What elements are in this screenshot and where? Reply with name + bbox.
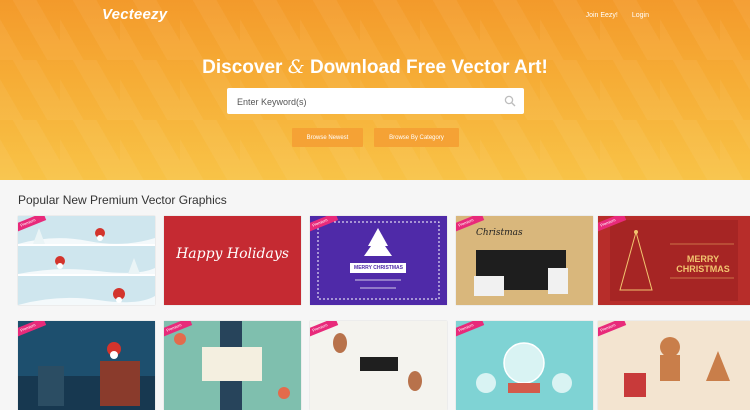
top-nav: Join Eezy! Login — [586, 12, 649, 19]
search-box — [227, 88, 524, 116]
card-snow-santa-banners[interactable]: Premium — [18, 216, 155, 305]
card-christmas-mockup[interactable]: Christmas Premium — [456, 216, 593, 305]
card-text: Christmas — [476, 228, 523, 238]
card-image — [18, 321, 155, 410]
section-title: Popular New Premium Vector Graphics — [18, 193, 227, 207]
card-image — [164, 321, 301, 410]
card-gingerbread[interactable]: Premium — [598, 321, 750, 410]
card-red-christmas-tree[interactable]: MERRY CHRISTMAS Premium — [598, 216, 750, 305]
search-input[interactable] — [235, 88, 499, 116]
card-image — [18, 216, 155, 305]
join-link[interactable]: Join Eezy! — [586, 12, 618, 19]
headline-part2: Download Free Vector Art! — [309, 57, 548, 78]
card-image — [310, 321, 447, 410]
login-link[interactable]: Login — [632, 12, 649, 19]
browse-newest-button[interactable]: Browse Newest — [292, 128, 363, 147]
hero-headline: Discover & Download Free Vector Art! — [0, 56, 750, 79]
headline-part1: Discover — [202, 57, 283, 78]
card-text: MERRY CHRISTMAS — [354, 265, 403, 271]
card-santa-chimney-night[interactable]: Premium — [18, 321, 155, 410]
hero-banner: Vecteezy Join Eezy! Login Discover & Dow… — [0, 0, 750, 180]
card-image — [598, 321, 750, 410]
card-happy-holidays[interactable]: Happy Holidays — [164, 216, 301, 305]
search-icon[interactable] — [504, 95, 516, 107]
browse-by-category-button[interactable]: Browse By Category — [374, 128, 459, 147]
card-text: Happy Holidays — [176, 246, 289, 262]
card-merry-christmas-purple[interactable]: MERRY CHRISTMAS Premium — [310, 216, 447, 305]
card-christmas-pattern[interactable]: Premium — [164, 321, 301, 410]
card-snow-globes[interactable]: Premium — [456, 321, 593, 410]
card-image — [310, 216, 447, 305]
vecteezy-logo[interactable]: Vecteezy — [102, 6, 167, 23]
card-text: MERRY CHRISTMAS — [676, 254, 730, 274]
headline-amp: & — [287, 56, 305, 78]
card-image — [456, 321, 593, 410]
card-pinecone-pattern[interactable]: Premium — [310, 321, 447, 410]
